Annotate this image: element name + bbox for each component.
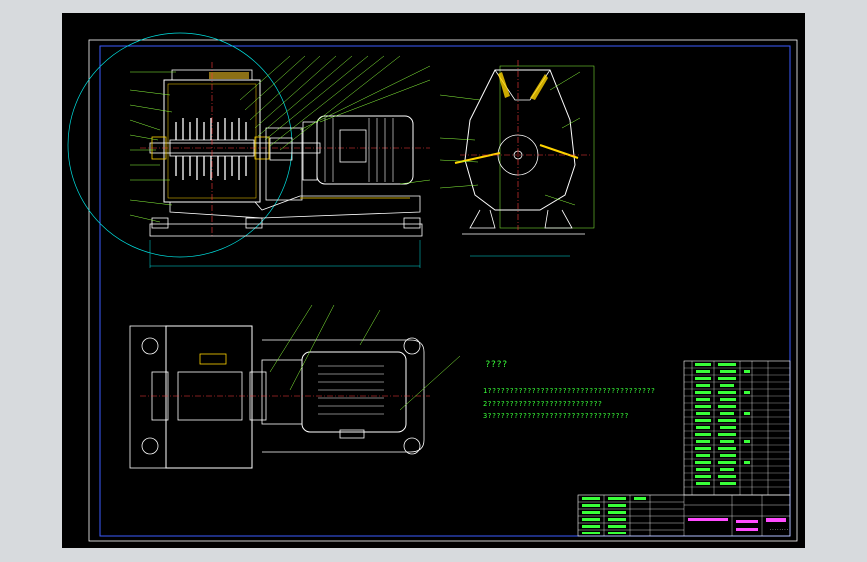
cad-drawing: [62, 13, 805, 548]
note-line-2: 2??????????????????????????: [483, 400, 603, 408]
note-line-3: 3????????????????????????????????: [483, 412, 629, 420]
drawing-number: ········: [769, 527, 789, 532]
note-line-1: 1??????????????????????????????????????: [483, 387, 656, 395]
inlet-hatch: [209, 72, 249, 79]
notes-title: ????: [485, 360, 508, 370]
